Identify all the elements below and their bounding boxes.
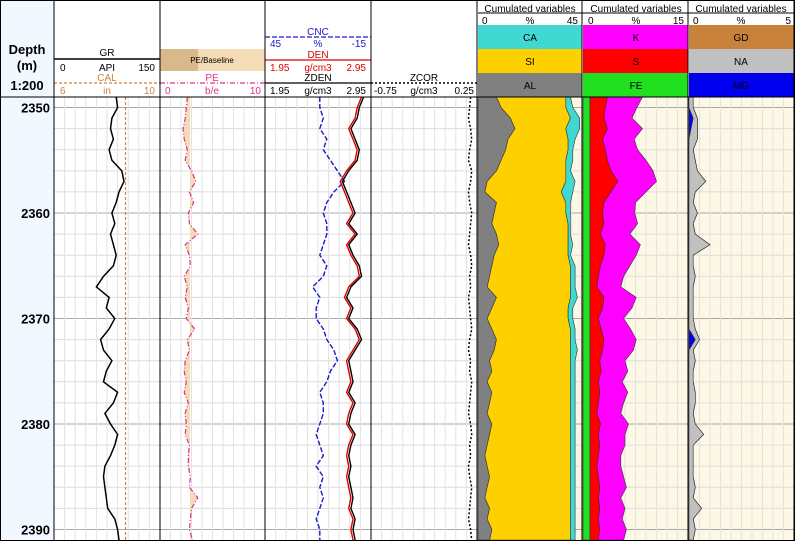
cnc-min: 45: [270, 39, 282, 50]
depth-tick-label: 2350: [21, 101, 50, 116]
den-min: 1.95: [270, 63, 290, 74]
depth-unit: (m): [17, 58, 37, 73]
track6-header: Cumulated variables 0 % 15 K S FE: [583, 4, 688, 97]
zden-name: ZDEN: [304, 73, 331, 84]
gr-min: 0: [60, 63, 66, 74]
track4-header: ZCOR -0.75 g/cm3 0.25: [371, 73, 477, 97]
track7-header: Cumulated variables 0 % 5 GD NA MG: [689, 4, 794, 97]
legend-si: SI: [525, 57, 534, 68]
zcor-name: ZCOR: [410, 73, 438, 84]
fe-area: [582, 96, 591, 541]
gr-max: 150: [138, 63, 155, 74]
cnc-name: CNC: [307, 27, 329, 38]
pe-name: PE: [205, 73, 219, 84]
legend-fe: FE: [630, 81, 643, 92]
legend-gd: GD: [734, 33, 749, 44]
zcor-min: -0.75: [374, 86, 397, 97]
legend-al: AL: [524, 81, 537, 92]
track5-header: Cumulated variables 0 % 45 CA SI AL: [478, 4, 582, 97]
zden-unit: g/cm3: [304, 86, 332, 97]
pe-max: 10: [250, 86, 262, 97]
track3-header: CNC 45 % -15 DEN 1.95 g/cm3 2.95 ZDEN 1.…: [265, 27, 371, 97]
depth-scale: 1:200: [10, 78, 43, 93]
gr-name: GR: [100, 48, 115, 59]
depth-tick-label: 2380: [21, 417, 50, 432]
depth-title: Depth: [9, 42, 46, 57]
cal-max: 10: [144, 86, 156, 97]
zden-min: 1.95: [270, 86, 290, 97]
zcor-max: 0.25: [455, 86, 475, 97]
pe-min: 0: [165, 86, 171, 97]
legend-mg: MG: [733, 81, 749, 92]
pe-unit: b/e: [205, 86, 219, 97]
depth-tick-label: 2360: [21, 206, 50, 221]
track2-header: PE/Baseline PE 0 b/e 10: [160, 49, 265, 97]
track1-header: GR 0 API 150 CAL 6 in 10: [54, 48, 160, 97]
zcor-unit: g/cm3: [410, 86, 438, 97]
depth-tick-label: 2390: [21, 522, 50, 537]
den-max: 2.95: [347, 63, 367, 74]
pe-baseline-label: PE/Baseline: [190, 56, 234, 65]
cal-name: CAL: [97, 73, 117, 84]
depth-tick-label: 2370: [21, 312, 50, 327]
den-name: DEN: [307, 50, 328, 61]
legend-k: K: [633, 33, 640, 44]
legend-s: S: [633, 57, 640, 68]
cnc-max: -15: [352, 39, 367, 50]
legend-ca: CA: [523, 33, 537, 44]
legend-na: NA: [734, 57, 748, 68]
zden-max: 2.95: [347, 86, 367, 97]
well-log-chart: Depth (m) 1:200 2350 2360 2370 2380 2390 GR …: [0, 0, 795, 541]
cnc-unit: %: [314, 39, 323, 50]
cal-unit: in: [103, 86, 111, 97]
cal-min: 6: [60, 86, 66, 97]
